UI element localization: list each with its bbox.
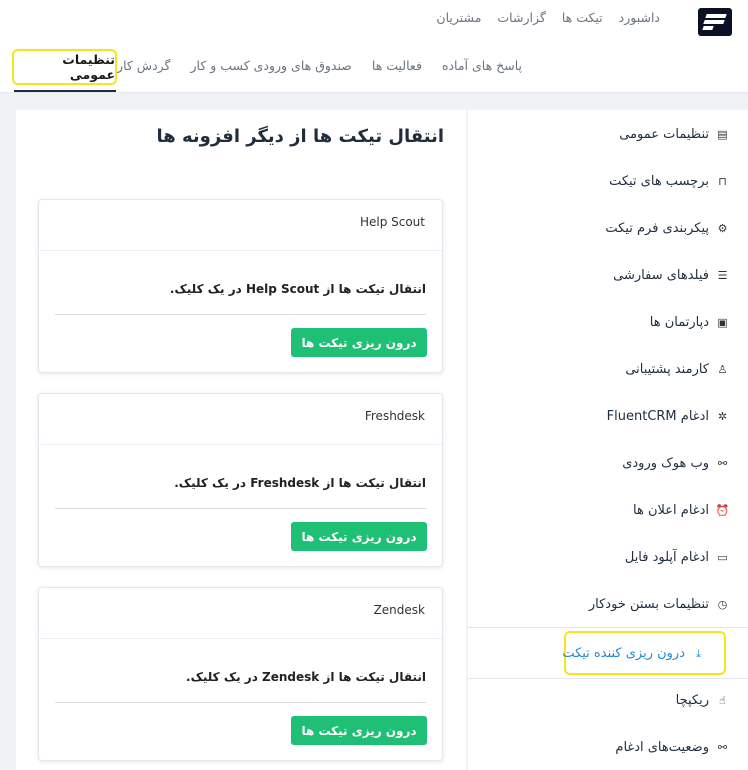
sidebar-item-notifications[interactable]: ⏰ ادغام اعلان ها bbox=[633, 500, 730, 520]
card-header: Help Scout bbox=[39, 200, 442, 251]
sidebar-item-label: ریکپچا bbox=[675, 692, 709, 708]
sidebar-item-label: ادغام آپلود فایل bbox=[624, 549, 709, 565]
sidebar-item-custom-fields[interactable]: ☰ فیلدهای سفارشی bbox=[613, 265, 728, 285]
document-icon: ▤ bbox=[717, 127, 728, 141]
main-panel: انتقال تیکت ها از دیگر افزونه ها Help Sc… bbox=[16, 110, 466, 770]
sidebar-item-ticket-tags[interactable]: ⊓ برچسب های تیکت bbox=[609, 171, 728, 191]
gear-icon: ⚙ bbox=[717, 221, 728, 235]
page-title: انتقال تیکت ها از دیگر افزونه ها bbox=[156, 126, 444, 147]
card-header: Freshdesk bbox=[39, 394, 442, 445]
card-header: Zendesk bbox=[39, 588, 442, 639]
tab-saved-replies[interactable]: پاسخ های آماده bbox=[442, 58, 522, 78]
sidebar-item-ticket-importer[interactable]: ⤓ درون ریزی کننده تیکت bbox=[562, 643, 704, 663]
sidebar-item-label: وب هوک ورودی bbox=[622, 455, 709, 471]
importer-card-helpscout: Help Scout انتقال تیکت ها از Help Scout … bbox=[38, 199, 443, 373]
nav-customers[interactable]: مشتریان bbox=[436, 10, 481, 30]
card-title: Freshdesk bbox=[364, 409, 425, 423]
puzzle-icon: ✲ bbox=[717, 409, 728, 423]
import-tickets-button[interactable]: درون ریزی تیکت ها bbox=[291, 328, 427, 357]
integration-icon: ⚯ bbox=[717, 740, 728, 754]
sidebar-item-integration-status[interactable]: ⚯ وضعیت‌های ادغام bbox=[615, 737, 728, 757]
folder-icon: ▭ bbox=[717, 550, 728, 564]
card-title: Help Scout bbox=[359, 215, 425, 229]
nav-dashboard[interactable]: داشبورد bbox=[619, 10, 660, 30]
bookmark-icon: ⊓ bbox=[718, 174, 727, 188]
sidebar-item-label: پیکربندی فرم تیکت bbox=[605, 220, 709, 236]
sidebar-item-fluentcrm[interactable]: ✲ ادغام FluentCRM bbox=[607, 406, 728, 426]
download-icon: ⤓ bbox=[696, 646, 701, 660]
importer-card-zendesk: Zendesk انتقال تیکت ها از Zendesk در یک … bbox=[38, 587, 443, 761]
divider bbox=[55, 508, 426, 509]
sidebar-item-incoming-webhook[interactable]: ⚯ وب هوک ورودی bbox=[622, 453, 728, 473]
sidebar-item-label: فیلدهای سفارشی bbox=[613, 267, 709, 283]
sidebar-item-label: تنظیمات بستن خودکار bbox=[588, 596, 709, 612]
divider bbox=[55, 314, 426, 315]
nav-reports[interactable]: گزارشات bbox=[497, 10, 545, 30]
sidebar-item-label: ادغام اعلان ها bbox=[633, 502, 709, 518]
sidebar-item-global-settings[interactable]: ▤ تنظیمات عمومی bbox=[619, 124, 728, 144]
divider bbox=[55, 702, 426, 703]
sidebar-item-ticket-form-config[interactable]: ⚙ پیکربندی فرم تیکت bbox=[605, 218, 728, 238]
briefcase-icon: ▣ bbox=[717, 315, 728, 329]
card-title: Zendesk bbox=[373, 603, 425, 617]
card-description: انتقال تیکت ها از Freshdesk در یک کلیک. bbox=[174, 476, 426, 490]
sidebar-item-support-staff[interactable]: ♙ کارمند پشتیبانی bbox=[625, 359, 728, 379]
sidebar-item-label: کارمند پشتیبانی bbox=[625, 361, 709, 377]
alarm-icon: ⏰ bbox=[715, 503, 730, 517]
timer-icon: ◷ bbox=[717, 597, 728, 611]
card-description: انتقال تیکت ها از Help Scout در یک کلیک. bbox=[169, 282, 426, 296]
card-description: انتقال تیکت ها از Zendesk در یک کلیک. bbox=[186, 670, 426, 684]
webhook-icon: ⚯ bbox=[717, 456, 728, 470]
tab-activities[interactable]: فعالیت ها bbox=[372, 58, 422, 78]
sidebar-item-label: دپارتمان ها bbox=[649, 314, 709, 330]
sidebar-item-departments[interactable]: ▣ دپارتمان ها bbox=[650, 312, 728, 332]
settings-subnav: پاسخ های آماده فعالیت ها صندوق های ورودی… bbox=[107, 58, 522, 78]
divider bbox=[468, 627, 748, 628]
sidebar-item-label: برچسب های تیکت bbox=[609, 173, 709, 189]
sidebar-item-label: تنظیمات عمومی bbox=[619, 126, 709, 142]
importer-card-freshdesk: Freshdesk انتقال تیکت ها از Freshdesk در… bbox=[38, 393, 443, 567]
active-tab-underline bbox=[14, 90, 116, 92]
divider bbox=[468, 678, 748, 679]
import-tickets-button[interactable]: درون ریزی تیکت ها bbox=[291, 522, 427, 551]
sidebar-item-recaptcha[interactable]: ☝ ریکپچا bbox=[676, 690, 728, 710]
sidebar-item-file-upload[interactable]: ▭ ادغام آپلود فایل bbox=[625, 547, 728, 567]
app-logo[interactable] bbox=[698, 8, 732, 36]
settings-sidebar: ▤ تنظیمات عمومی ⊓ برچسب های تیکت ⚙ پیکرب… bbox=[468, 110, 748, 770]
tab-global-settings[interactable]: تنظیمات عمومی bbox=[12, 49, 117, 85]
top-bar: داشبورد تیکت ها گزارشات مشتریان پاسخ های… bbox=[0, 0, 748, 93]
import-tickets-button[interactable]: درون ریزی تیکت ها bbox=[291, 716, 427, 745]
tab-business-inboxes[interactable]: صندوق های ورودی کسب و کار bbox=[190, 58, 351, 78]
list-icon: ☰ bbox=[717, 268, 728, 282]
sidebar-item-label: ادغام FluentCRM bbox=[606, 408, 709, 424]
sidebar-item-auto-close[interactable]: ◷ تنظیمات بستن خودکار bbox=[589, 594, 728, 614]
user-icon: ♙ bbox=[717, 362, 728, 376]
hand-icon: ☝ bbox=[719, 693, 726, 707]
top-nav: داشبورد تیکت ها گزارشات مشتریان bbox=[436, 10, 660, 30]
nav-tickets[interactable]: تیکت ها bbox=[562, 10, 603, 30]
sidebar-item-label: درون ریزی کننده تیکت bbox=[562, 645, 685, 661]
sidebar-item-label: وضعیت‌های ادغام bbox=[615, 739, 709, 755]
